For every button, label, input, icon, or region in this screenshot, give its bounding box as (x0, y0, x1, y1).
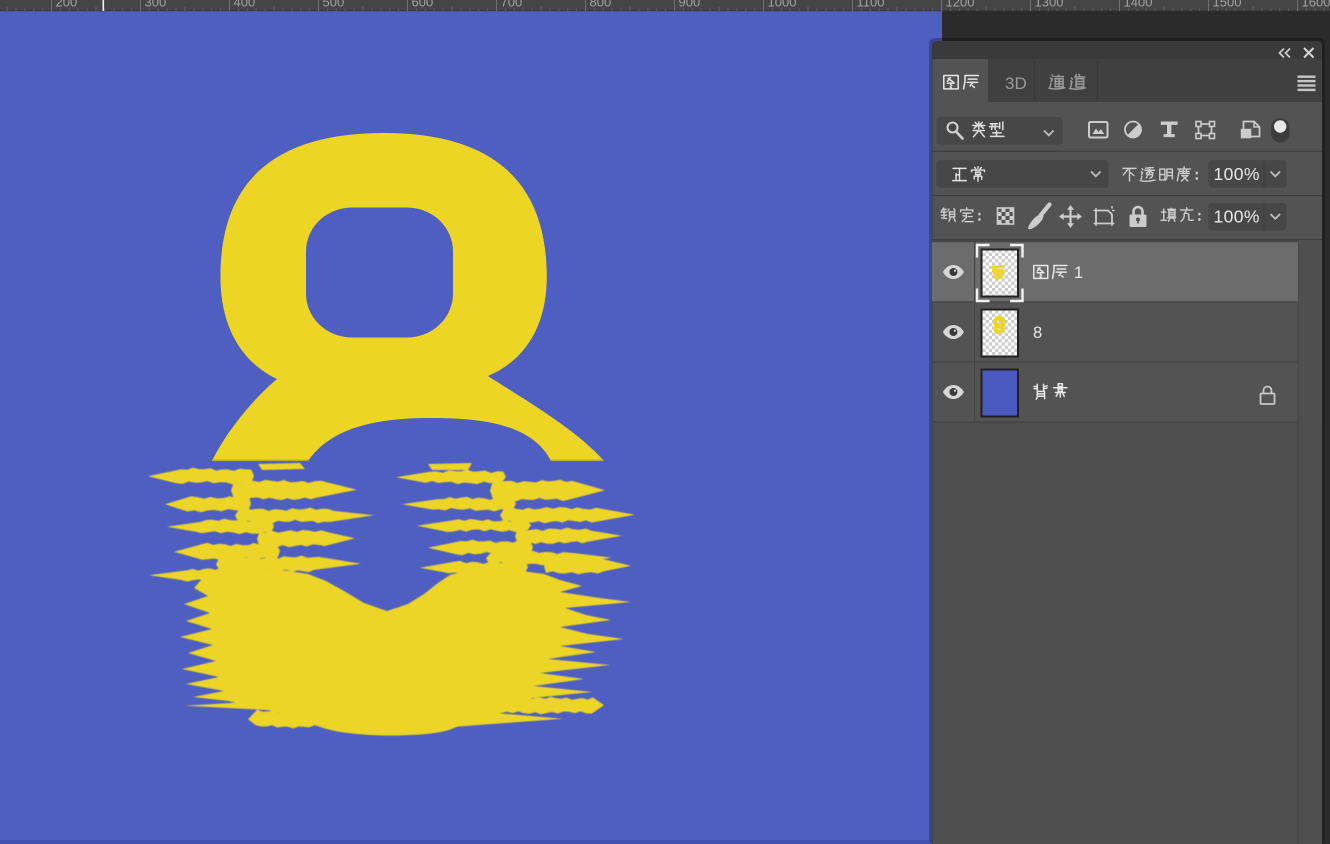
svg-text:700: 700 (501, 0, 523, 10)
svg-text:100%: 100% (1214, 164, 1260, 184)
svg-text:200: 200 (56, 0, 78, 10)
svg-text:300: 300 (145, 0, 167, 10)
svg-text:1600: 1600 (1302, 0, 1330, 10)
svg-text:600: 600 (412, 0, 434, 10)
svg-text:3D: 3D (1005, 74, 1027, 93)
svg-text:800: 800 (590, 0, 612, 10)
svg-text:1500: 1500 (1213, 0, 1242, 10)
svg-text:900: 900 (679, 0, 701, 10)
svg-text:1000: 1000 (768, 0, 797, 10)
svg-text:500: 500 (323, 0, 345, 10)
svg-text:1300: 1300 (1035, 0, 1064, 10)
svg-text:1: 1 (1074, 264, 1083, 282)
svg-text:1200: 1200 (946, 0, 975, 10)
svg-text:1400: 1400 (1124, 0, 1153, 10)
svg-text:8: 8 (1033, 324, 1042, 342)
svg-text:100%: 100% (1214, 207, 1260, 227)
svg-text:1100: 1100 (857, 0, 885, 10)
svg-text:400: 400 (234, 0, 256, 10)
